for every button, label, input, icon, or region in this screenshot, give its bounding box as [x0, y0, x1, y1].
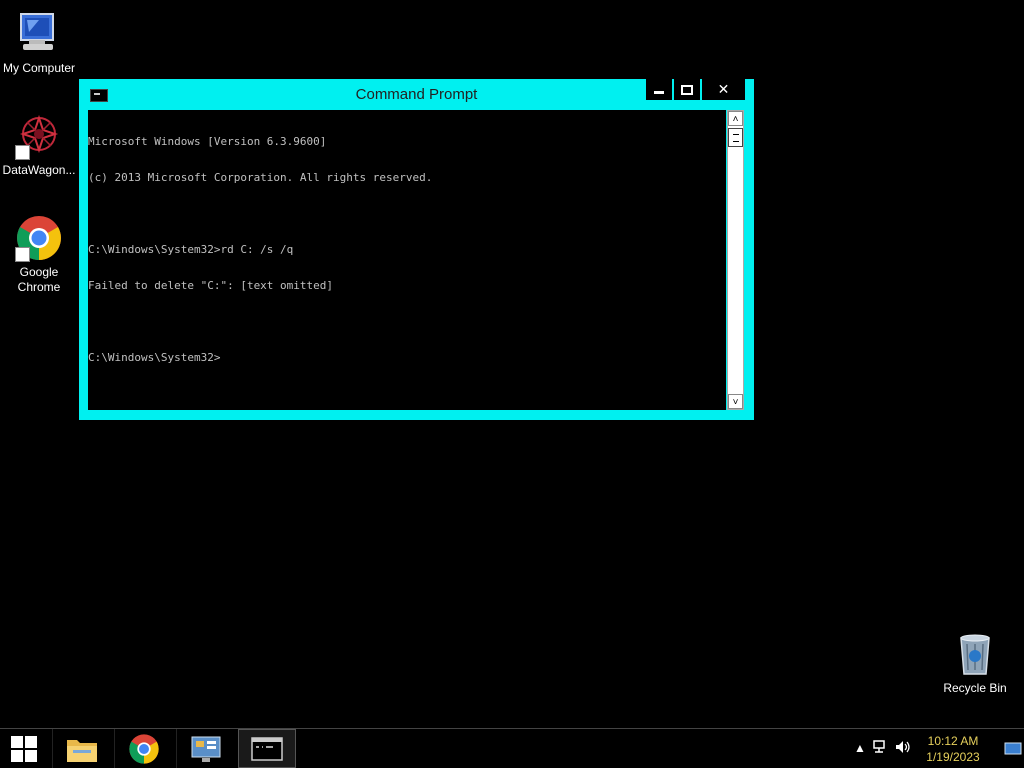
show-desktop-button[interactable] — [1004, 729, 1024, 768]
notification-icon — [1004, 742, 1022, 755]
console-prompt-line: C:\Windows\System32> — [88, 351, 221, 364]
volume-icon[interactable] — [894, 739, 912, 758]
cmd-icon — [251, 736, 283, 761]
chevron-down-icon: ˅ — [732, 397, 739, 408]
taskbar-clock[interactable]: 10:12 AM 1/19/2023 — [922, 733, 984, 765]
command-prompt-window[interactable]: Command Prompt ✕ Microsoft Windows [Vers… — [79, 79, 754, 420]
taskbar-command-prompt[interactable] — [238, 729, 296, 768]
console-output[interactable]: Microsoft Windows [Version 6.3.9600] (c)… — [88, 110, 726, 410]
desktop-icon-recycle-bin[interactable]: Recycle Bin — [936, 630, 1014, 696]
shortcut-arrow-icon — [15, 247, 30, 262]
maximize-button[interactable] — [674, 79, 700, 100]
vertical-scrollbar[interactable]: ˄ ˅ — [727, 110, 744, 410]
show-hidden-icons-button[interactable]: ▲ — [854, 741, 866, 755]
console-line: Failed to delete "C:": [text omitted] — [88, 279, 334, 292]
windows-logo-icon — [11, 735, 37, 762]
scrollbar-track[interactable] — [728, 126, 743, 394]
desktop-icon-google-chrome[interactable]: Google Chrome — [0, 214, 78, 295]
chevron-up-icon: ˄ — [732, 114, 739, 125]
desktop-icon-label: Google Chrome — [17, 265, 61, 294]
network-icon[interactable] — [872, 739, 888, 758]
recycle-bin-icon — [951, 630, 999, 678]
minimize-button[interactable] — [646, 79, 672, 100]
window-titlebar[interactable]: Command Prompt ✕ — [79, 79, 754, 109]
desktop-icon-label: My Computer — [2, 61, 76, 75]
close-button[interactable]: ✕ — [702, 79, 745, 100]
desktop: My Computer DataWagon... Google Chrome R… — [0, 0, 1024, 728]
close-icon: ✕ — [717, 81, 730, 97]
desktop-icon-label: DataWagon... — [2, 163, 76, 177]
server-manager-icon — [191, 736, 221, 762]
chrome-icon — [15, 214, 63, 262]
system-tray: ▲ 10:12 AM 1/19/2023 — [854, 729, 1024, 768]
minimize-icon — [654, 91, 664, 94]
desktop-icon-datawagon[interactable]: DataWagon... — [0, 112, 78, 178]
console-line: (c) 2013 Microsoft Corporation. All righ… — [88, 171, 433, 184]
scroll-up-button[interactable]: ˄ — [728, 111, 743, 126]
shortcut-arrow-icon — [15, 145, 30, 160]
start-button[interactable] — [0, 729, 48, 768]
chrome-icon — [129, 733, 159, 764]
console-line: Microsoft Windows [Version 6.3.9600] — [88, 135, 327, 148]
maximize-icon — [681, 84, 693, 95]
clock-time: 10:12 AM — [927, 734, 979, 748]
computer-icon — [15, 10, 63, 58]
taskbar: ▲ 10:12 AM 1/19/2023 — [0, 728, 1024, 768]
taskbar-server-manager[interactable] — [176, 729, 235, 768]
console-line: C:\Windows\System32>rd C: /s /q — [88, 243, 294, 256]
desktop-icon-my-computer[interactable]: My Computer — [0, 10, 78, 76]
clock-date: 1/19/2023 — [926, 750, 980, 764]
chevron-up-icon: ▲ — [854, 741, 866, 755]
datawagon-icon — [15, 112, 63, 160]
folder-icon — [67, 739, 97, 762]
scrollbar-thumb[interactable] — [728, 128, 743, 147]
desktop-icon-label: Recycle Bin — [943, 681, 1007, 695]
scroll-down-button[interactable]: ˅ — [728, 394, 743, 409]
taskbar-google-chrome[interactable] — [114, 729, 173, 768]
taskbar-file-explorer[interactable] — [52, 729, 111, 768]
